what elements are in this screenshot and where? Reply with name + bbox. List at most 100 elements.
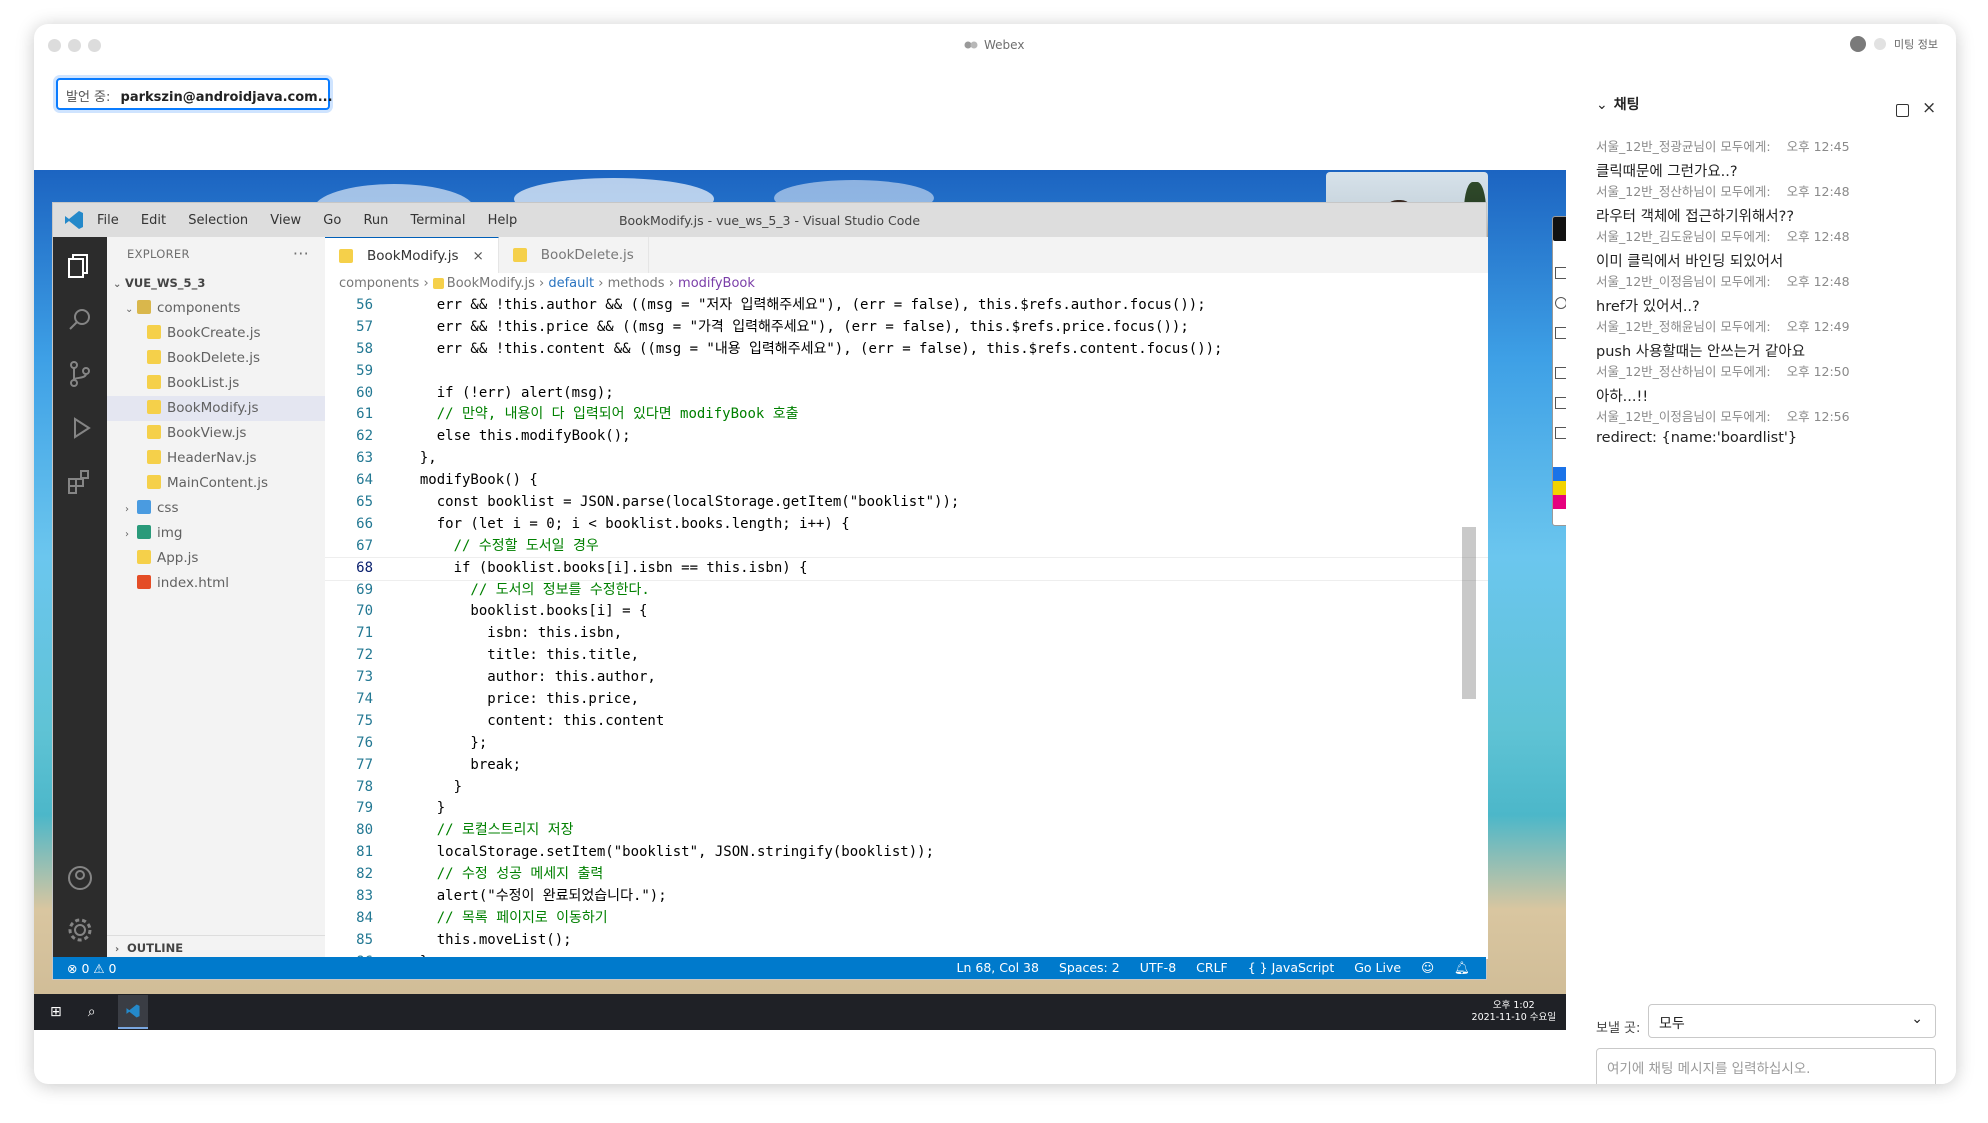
- file-app[interactable]: App.js: [107, 546, 325, 571]
- crumb-methods[interactable]: methods: [608, 276, 665, 291]
- code-line[interactable]: 76 };: [325, 733, 1488, 755]
- file-bookdelete[interactable]: BookDelete.js: [107, 346, 325, 371]
- undo-tool-icon[interactable]: [1555, 367, 1566, 379]
- menu-view[interactable]: View: [270, 213, 301, 228]
- editor-scrollbar[interactable]: [1462, 527, 1476, 699]
- code-line[interactable]: 79 }: [325, 798, 1488, 820]
- file-maincontent[interactable]: MainContent.js: [107, 471, 325, 496]
- taskbar-vscode-icon[interactable]: [117, 995, 148, 1029]
- search-icon[interactable]: [65, 305, 95, 335]
- minimize-window-button[interactable]: [68, 39, 81, 52]
- meeting-info[interactable]: 미팅 정보: [1850, 36, 1938, 52]
- code-line[interactable]: 65 const booklist = JSON.parse(localStor…: [325, 492, 1488, 514]
- cursor-position[interactable]: Ln 68, Col 38: [957, 960, 1039, 976]
- extensions-icon[interactable]: [65, 467, 95, 497]
- close-tab-icon[interactable]: ×: [472, 238, 483, 274]
- color-swatch-blue[interactable]: [1553, 467, 1566, 481]
- project-root[interactable]: ⌄ VUE_WS_5_3: [107, 271, 325, 296]
- pen-tool-icon[interactable]: [1555, 297, 1566, 309]
- file-bookcreate[interactable]: BookCreate.js: [107, 321, 325, 346]
- file-bookview[interactable]: BookView.js: [107, 421, 325, 446]
- tab-bookdelete[interactable]: BookDelete.js: [499, 237, 649, 273]
- popout-icon[interactable]: [1896, 104, 1909, 117]
- code-line[interactable]: 70 booklist.books[i] = {: [325, 601, 1488, 623]
- code-line[interactable]: 62 else this.modifyBook();: [325, 426, 1488, 448]
- code-line[interactable]: 85 this.moveList();: [325, 930, 1488, 952]
- maximize-window-button[interactable]: [88, 39, 101, 52]
- chat-message-input[interactable]: 여기에 채팅 메시지를 입력하십시오.: [1596, 1048, 1936, 1084]
- file-bookmodify[interactable]: BookModify.js: [107, 396, 325, 421]
- language-mode[interactable]: { } JavaScript: [1248, 960, 1335, 976]
- code-line[interactable]: 64 modifyBook() {: [325, 470, 1488, 492]
- encoding[interactable]: UTF-8: [1140, 960, 1176, 976]
- crumb-components[interactable]: components: [339, 276, 419, 291]
- code-line[interactable]: 57 err && !this.price && ((msg = "가격 입력해…: [325, 317, 1488, 339]
- code-line[interactable]: 69 // 도서의 정보를 수정한다.: [325, 580, 1488, 602]
- close-window-button[interactable]: [48, 39, 61, 52]
- code-line[interactable]: 81 localStorage.setItem("booklist", JSON…: [325, 842, 1488, 864]
- code-line[interactable]: 84 // 목록 페이지로 이동하기: [325, 908, 1488, 930]
- menu-go[interactable]: Go: [323, 213, 341, 228]
- menu-help[interactable]: Help: [488, 213, 518, 228]
- crumb-file[interactable]: BookModify.js: [447, 276, 535, 291]
- crumb-modifybook[interactable]: modifyBook: [678, 276, 755, 291]
- taskbar-clock[interactable]: 오후 1:02 2021-11-10 수요일: [1472, 1000, 1556, 1024]
- code-editor[interactable]: 56 err && !this.author && ((msg = "저자 입력…: [325, 295, 1488, 959]
- file-booklist[interactable]: BookList.js: [107, 371, 325, 396]
- settings-gear-icon[interactable]: [65, 915, 95, 945]
- code-line[interactable]: 66 for (let i = 0; i < booklist.books.le…: [325, 514, 1488, 536]
- close-chat-icon[interactable]: ×: [1922, 98, 1936, 118]
- eraser-tool-icon[interactable]: [1555, 327, 1566, 339]
- outline-section[interactable]: › OUTLINE: [107, 935, 325, 959]
- folder-css[interactable]: › css: [107, 496, 325, 521]
- code-line[interactable]: 56 err && !this.author && ((msg = "저자 입력…: [325, 295, 1488, 317]
- taskbar-search-icon[interactable]: ⌕: [88, 1004, 96, 1020]
- code-line[interactable]: 73 author: this.author,: [325, 667, 1488, 689]
- problems-indicator[interactable]: ⊗ 0 ⚠ 0: [67, 961, 117, 976]
- send-to-select[interactable]: 모두 ⌄: [1648, 1004, 1936, 1038]
- run-debug-icon[interactable]: [65, 413, 95, 443]
- code-line[interactable]: 61 // 만약, 내용이 다 입력되어 있다면 modifyBook 호출: [325, 404, 1488, 426]
- file-headernav[interactable]: HeaderNav.js: [107, 446, 325, 471]
- chat-header[interactable]: ⌄ 채팅: [1596, 94, 1640, 114]
- code-line[interactable]: 60 if (!err) alert(msg);: [325, 383, 1488, 405]
- tab-bookmodify[interactable]: BookModify.js ×: [325, 237, 499, 273]
- pointer-tool-icon[interactable]: [1555, 267, 1566, 279]
- explorer-icon[interactable]: [65, 251, 95, 281]
- menu-selection[interactable]: Selection: [188, 213, 248, 228]
- menu-terminal[interactable]: Terminal: [411, 213, 466, 228]
- delete-tool-icon[interactable]: [1555, 397, 1566, 409]
- code-line[interactable]: 75 content: this.content: [325, 711, 1488, 733]
- code-line[interactable]: 82 // 수정 성공 메세지 출력: [325, 864, 1488, 886]
- accounts-icon[interactable]: [65, 863, 95, 893]
- menu-run[interactable]: Run: [363, 213, 388, 228]
- save-tool-icon[interactable]: [1555, 427, 1566, 439]
- code-line[interactable]: 59: [325, 361, 1488, 383]
- line-ending[interactable]: CRLF: [1196, 960, 1228, 976]
- code-line[interactable]: 74 price: this.price,: [325, 689, 1488, 711]
- folder-components[interactable]: ⌄ components: [107, 296, 325, 321]
- code-line[interactable]: 78 }: [325, 777, 1488, 799]
- code-line[interactable]: 77 break;: [325, 755, 1488, 777]
- color-swatch-magenta[interactable]: [1553, 495, 1566, 509]
- code-line[interactable]: 58 err && !this.content && ((msg = "내용 입…: [325, 339, 1488, 361]
- source-control-icon[interactable]: [65, 359, 95, 389]
- code-line[interactable]: 63 },: [325, 448, 1488, 470]
- go-live-button[interactable]: Go Live: [1354, 960, 1401, 976]
- indent-spaces[interactable]: Spaces: 2: [1059, 960, 1120, 976]
- crumb-default[interactable]: default: [548, 276, 594, 291]
- code-line[interactable]: 68 if (booklist.books[i].isbn == this.is…: [325, 556, 1488, 581]
- feedback-icon[interactable]: ☺: [1421, 960, 1434, 976]
- folder-img[interactable]: › img: [107, 521, 325, 546]
- notifications-bell-icon[interactable]: 🔔︎: [1454, 960, 1470, 976]
- code-line[interactable]: 67 // 수정할 도서일 경우: [325, 536, 1488, 558]
- code-line[interactable]: 80 // 로컬스트리지 저장: [325, 820, 1488, 842]
- code-line[interactable]: 72 title: this.title,: [325, 645, 1488, 667]
- menu-edit[interactable]: Edit: [141, 213, 166, 228]
- windows-start-icon[interactable]: ⊞: [50, 1004, 62, 1020]
- file-index[interactable]: index.html: [107, 571, 325, 596]
- code-line[interactable]: 83 alert("수정이 완료되었습니다.");: [325, 886, 1488, 908]
- more-actions-icon[interactable]: ···: [293, 237, 309, 271]
- color-swatch-yellow[interactable]: [1553, 481, 1566, 495]
- code-line[interactable]: 71 isbn: this.isbn,: [325, 623, 1488, 645]
